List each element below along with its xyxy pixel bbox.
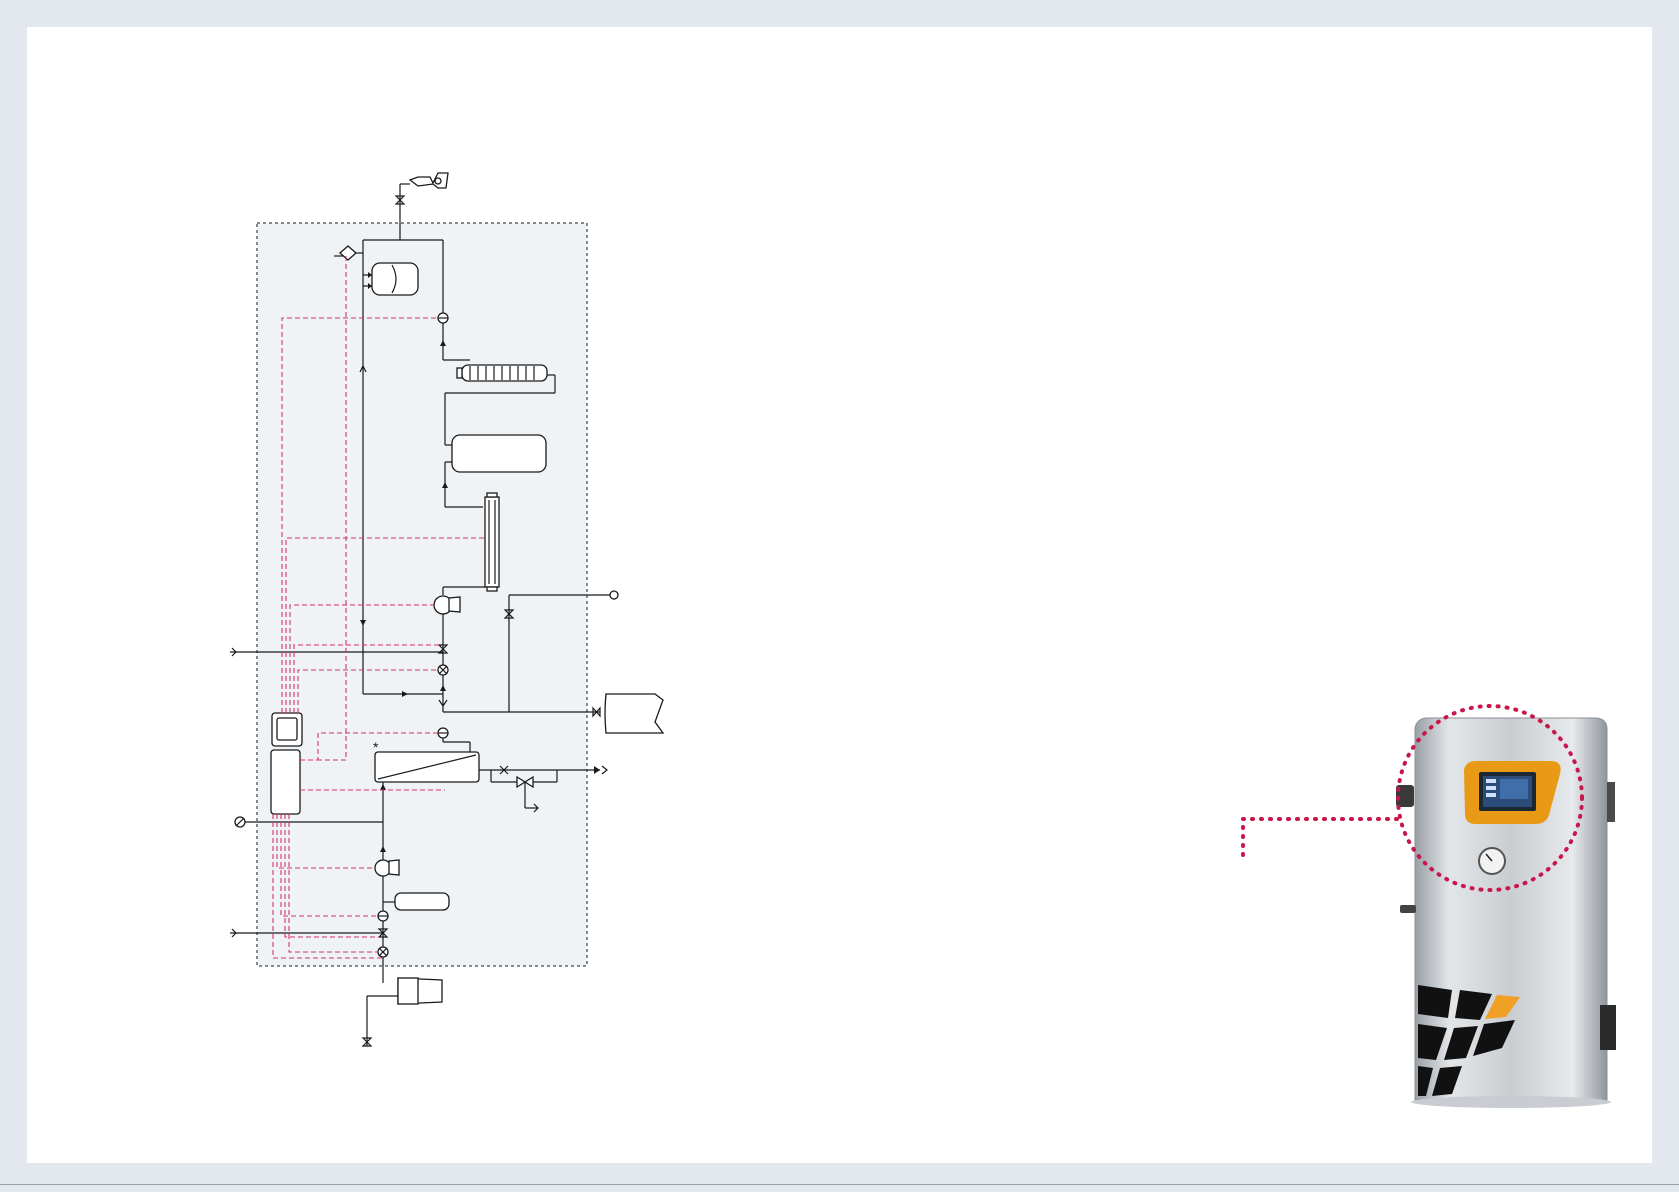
callout-leader-line <box>1241 817 1399 860</box>
water-purification-unit <box>1396 717 1616 1108</box>
touchscreen-display-icon <box>1464 761 1561 824</box>
pressure-gauge-icon <box>1478 847 1506 875</box>
product-photo <box>1241 704 1616 1108</box>
